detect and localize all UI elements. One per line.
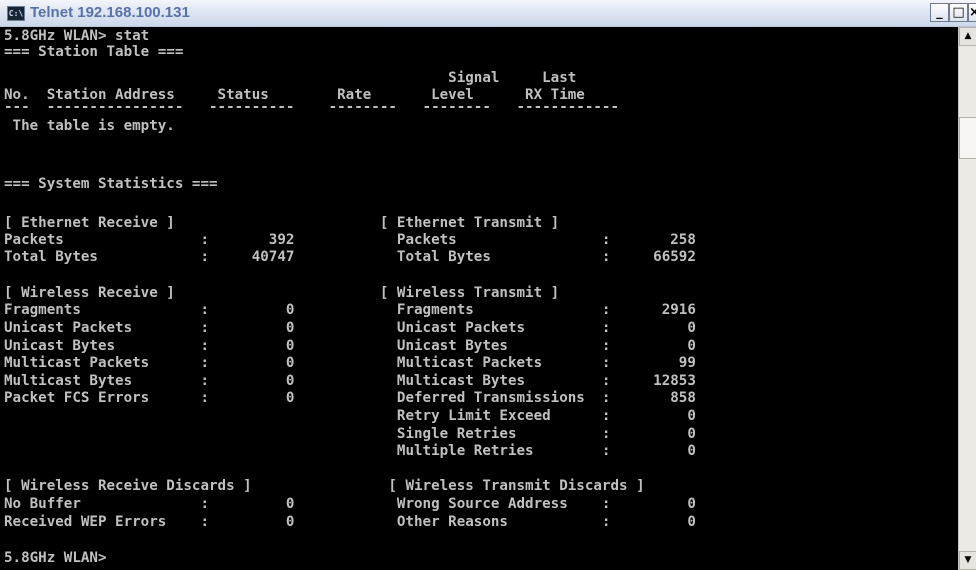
console-line: Multiple Retries : 0 [4, 443, 696, 459]
console-line: The table is empty. [4, 118, 175, 134]
console-line: Packets : 392 Packets : 258 [4, 232, 696, 248]
close-button[interactable]: × [968, 3, 976, 22]
console-line: Multicast Packets : 0 Multicast Packets … [4, 355, 696, 371]
console-line: [ Ethernet Receive ] [ Ethernet Transmit… [4, 215, 560, 231]
console-line: No Buffer : 0 Wrong Source Address : 0 [4, 496, 696, 512]
console-line: Packet FCS Errors : 0 Deferred Transmiss… [4, 390, 696, 406]
console-line: --- ---------------- ---------- --------… [4, 99, 619, 115]
console-line: === System Statistics === [4, 176, 218, 192]
console-line: [ Wireless Receive ] [ Wireless Transmit… [4, 285, 560, 301]
telnet-window: C:\ Telnet 192.168.100.131 _ □ × 5.8GHz … [0, 0, 976, 570]
window-title: Telnet 192.168.100.131 [30, 4, 190, 21]
vertical-scrollbar[interactable]: ▲ ▼ [958, 27, 976, 570]
console-line: === Station Table === [4, 44, 184, 60]
console-line: Single Retries : 0 [4, 426, 696, 442]
console-line: Signal Last [4, 70, 577, 86]
console-line: Received WEP Errors : 0 Other Reasons : … [4, 514, 696, 530]
console-line: Retry Limit Exceed : 0 [4, 408, 696, 424]
scroll-up-arrow-icon[interactable]: ▲ [959, 27, 976, 46]
console-line: [ Wireless Receive Discards ] [ Wireless… [4, 478, 645, 494]
minimize-button[interactable]: _ [930, 3, 949, 22]
console-line: Unicast Bytes : 0 Unicast Bytes : 0 [4, 338, 696, 354]
console-line: Unicast Packets : 0 Unicast Packets : 0 [4, 320, 696, 336]
scroll-thumb[interactable] [959, 117, 976, 159]
maximize-button[interactable]: □ [949, 3, 968, 22]
console-line: Total Bytes : 40747 Total Bytes : 66592 [4, 249, 696, 265]
console-output[interactable]: 5.8GHz WLAN> stat === Station Table === … [4, 27, 958, 570]
command-prompt[interactable]: 5.8GHz WLAN> [4, 549, 107, 567]
console-line: Fragments : 0 Fragments : 2916 [4, 302, 696, 318]
title-bar[interactable]: C:\ Telnet 192.168.100.131 _ □ × [0, 0, 976, 27]
scroll-down-arrow-icon[interactable]: ▼ [959, 551, 976, 570]
console-line: Multicast Bytes : 0 Multicast Bytes : 12… [4, 373, 696, 389]
console-app-icon[interactable]: C:\ [7, 6, 25, 21]
